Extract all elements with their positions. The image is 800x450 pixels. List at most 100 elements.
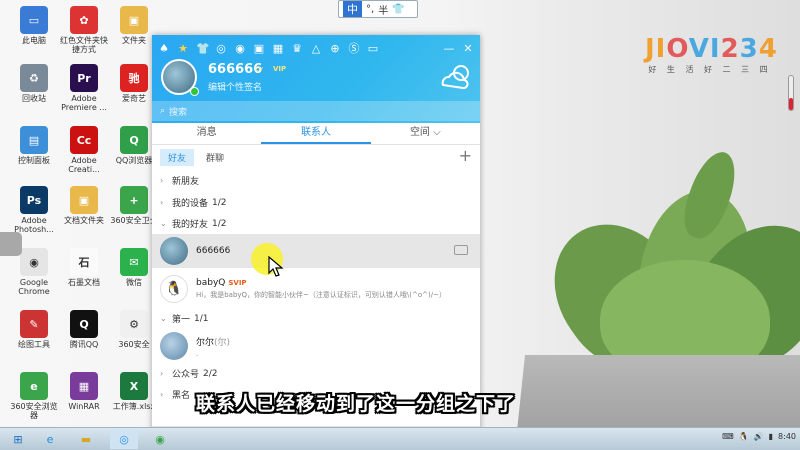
desktop-icon-label: WinRAR [68,402,100,411]
contact-row-babyq[interactable]: 🐧 babyQ SVIP Hi，我是babyQ，你的智能小伙伴~（注意认证标识，可… [152,272,480,306]
bag-icon[interactable]: ◉ [234,42,246,55]
game-icon[interactable]: ⊕ [329,42,341,55]
weather-icon[interactable] [439,63,473,89]
qq-header: ♠ ★ 👕 ◎ ◉ ▣ ▦ ♛ △ ⊕ Ⓢ ▭ — ✕ 666666 Lv VI… [152,35,480,123]
clock[interactable]: 8:40 [778,432,796,441]
logo-text: JIOVI234 [645,34,778,64]
group-blacklist[interactable]: › 黑名 [160,388,190,401]
gift-icon[interactable]: ▣ [253,42,265,55]
desktop-icon-label: 回收站 [22,94,46,103]
star-icon[interactable]: ★ [177,42,189,55]
desktop-icon-label: Adobe Premiere ... [61,94,107,112]
shirt-icon[interactable]: 👕 [196,42,210,55]
avatar [160,237,188,265]
volume-icon[interactable]: 🔊 [754,432,764,441]
ime-punct[interactable]: °, [366,4,374,15]
desktop-icon[interactable]: ▤ 控制面板 [8,126,60,165]
qq-task-icon[interactable]: ◎ [110,430,138,449]
group-my-friends[interactable]: ⌄ 我的好友 1/2 [160,217,227,231]
app-icon: ♻ [20,64,48,92]
desktop-icon-label: 石墨文档 [68,278,100,287]
chevron-down-icon: ⌄ [160,314,167,323]
desktop-icon[interactable]: Cc Adobe Creati... [58,126,110,174]
app-icon: + [120,186,148,214]
network-icon[interactable]: ▮ [769,432,773,441]
folder-icon[interactable]: ▬ [72,430,100,449]
app-icon: 驰 [120,64,148,92]
online-status-icon[interactable] [190,87,199,96]
group-label: 我的好友 [172,220,209,230]
contact-name: 尔尔 [196,337,215,348]
contact-row-666666[interactable]: 666666 [152,234,480,268]
desktop-icon[interactable]: Ps Adobe Photosh... [8,186,60,234]
subtab-groups[interactable]: 群聊 [198,149,232,166]
chevron-down-icon: ⌄ [160,219,167,228]
desktop-icon[interactable]: Q 腾讯QQ [58,310,110,349]
ime-width[interactable]: 半 [378,2,388,17]
contact-row-erer[interactable]: 尔尔(尔) . [152,329,480,363]
qq-logo-icon[interactable]: ♠ [158,42,170,55]
add-icon[interactable]: + [459,147,472,165]
app-icon: Q [70,310,98,338]
subtab-friends[interactable]: 好友 [160,148,195,166]
penguin-avatar: 🐧 [160,275,188,303]
level-badge[interactable]: Lv [255,65,263,73]
signature-text[interactable]: 编辑个性签名 [208,80,262,93]
group-count: 2/2 [203,368,218,379]
close-icon[interactable]: ✕ [462,42,474,55]
qq-main-window[interactable]: ♠ ★ 👕 ◎ ◉ ▣ ▦ ♛ △ ⊕ Ⓢ ▭ — ✕ 666666 Lv VI… [152,35,480,450]
grid-icon[interactable]: ▦ [272,42,284,55]
app-icon: Ps [20,186,48,214]
taskbar: ⊞ e ▬ ◎ ◉ ⌨ 🐧 🔊 ▮ 8:40 [0,427,800,450]
medal-icon[interactable]: ◎ [215,42,227,55]
desktop-icon-label: 文档文件夹 [64,216,104,225]
group-my-devices[interactable]: › 我的设备 1/2 [160,196,227,210]
search-placeholder: 搜索 [169,107,188,118]
search-icon: ⌕ [160,106,166,116]
group-count: 1/2 [212,197,227,208]
group-count: 1/1 [194,313,209,324]
minimize-icon[interactable]: — [443,42,455,55]
search-box[interactable]: ⌕ 搜索 [152,101,480,121]
desktop-icon[interactable]: ▣ 文档文件夹 [58,186,110,225]
app-icon: ✿ [70,6,98,34]
chevron-right-icon: › [160,369,164,378]
desktop-icon[interactable]: ▭ 此电脑 [8,6,60,45]
ime-chinese-mode[interactable]: 中 [343,1,362,17]
contact-name: babyQ [196,278,226,288]
group-new-friends[interactable]: › 新朋友 [160,174,199,187]
input-method-bar[interactable]: 中 °, 半 👕 [338,0,418,18]
tab-qzone[interactable]: 空间 ⌵ [371,123,480,144]
contact-name: 666666 [196,246,231,256]
app-icon: Q [120,126,148,154]
desktop-icon[interactable]: Pr Adobe Premiere ... [58,64,110,112]
triangle-icon[interactable]: △ [310,42,322,55]
group-label: 新朋友 [172,177,200,187]
desktop-icon[interactable]: ✿ 红色文件夹快捷方式 [58,6,110,54]
s-icon[interactable]: Ⓢ [348,40,360,56]
app-icon: X [120,372,148,400]
desktop-icon[interactable]: e 360安全浏览器 [8,372,60,420]
360-browser-icon[interactable]: ◉ [146,430,174,449]
desktop-icon[interactable]: 石石墨文档 [58,248,110,287]
start-button[interactable]: ⊞ [4,430,32,449]
shirt-icon[interactable]: 👕 [392,4,404,15]
video-call-icon[interactable] [454,245,468,255]
desktop-icon[interactable]: ▦ WinRAR [58,372,110,411]
ie-icon[interactable]: e [36,430,64,449]
group-official-accounts[interactable]: › 公众号 2/2 [160,367,218,381]
tab-messages[interactable]: 消息 [152,123,261,144]
keyboard-icon[interactable]: ⌨ [722,432,734,441]
group-first[interactable]: ⌄ 第一 1/1 [160,312,209,326]
qq-tray-icon[interactable]: 🐧 [739,432,749,441]
tab-contacts[interactable]: 联系人 [261,123,371,144]
app-icon: 石 [70,248,98,276]
crown-icon[interactable]: ♛ [291,42,303,55]
vip-badge[interactable]: VIP [273,65,286,73]
contact-remark: (尔) [214,337,231,348]
desktop-icon[interactable]: ✎ 绘图工具 [8,310,60,349]
desktop-icon-label: Google Chrome [18,278,50,296]
desktop-icon[interactable]: ♻ 回收站 [8,64,60,103]
briefcase-icon[interactable]: ▭ [367,42,379,55]
side-handle[interactable] [0,232,22,256]
